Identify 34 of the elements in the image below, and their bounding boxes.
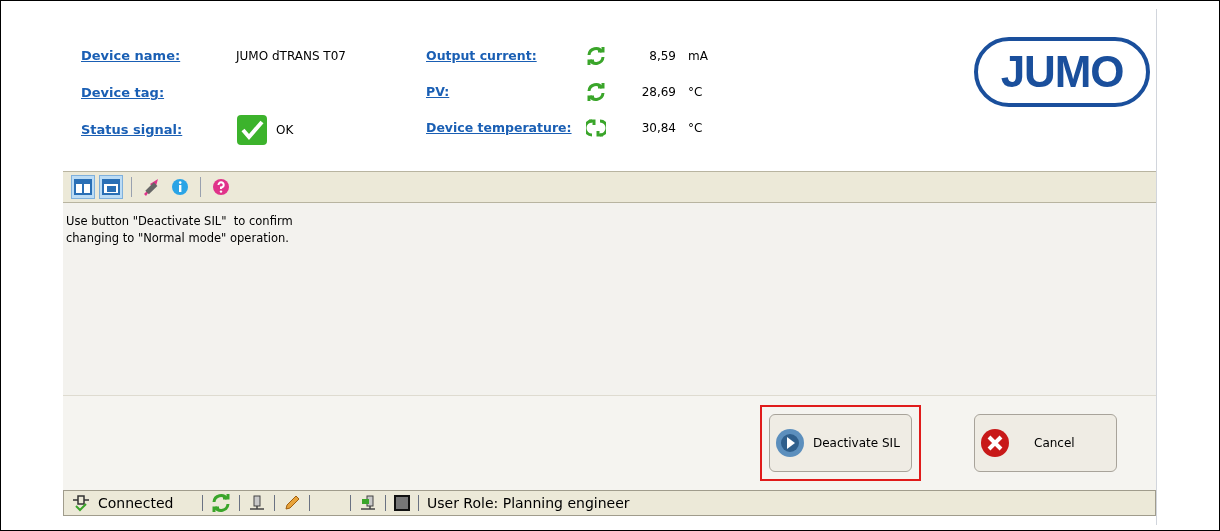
cycle-arrows-icon — [586, 118, 606, 138]
split-layout-icon[interactable] — [71, 175, 95, 199]
field-label[interactable]: Device tag: — [81, 83, 236, 103]
cancel-button[interactable]: Cancel — [974, 414, 1117, 472]
pencil-icon — [283, 494, 301, 512]
field-label[interactable]: Status signal: — [81, 120, 236, 140]
field-value: JUMO dTRANS T07 — [236, 48, 346, 65]
refresh-icon — [586, 82, 606, 102]
stop-icon — [394, 495, 410, 511]
connected-plug-icon — [72, 494, 90, 512]
field-label[interactable]: Output current: — [426, 46, 586, 66]
measured-value: 8,59 — [648, 48, 676, 65]
measured-value: 30,84 — [640, 120, 676, 137]
user-role: User Role: Planning engineer — [427, 493, 630, 513]
status-text: OK — [276, 122, 294, 139]
message-text: Use button "Deactivate SIL" to confirm — [66, 213, 294, 230]
unit-label: mA — [688, 48, 708, 65]
connection-status: Connected — [98, 493, 175, 513]
unit-label: °C — [688, 120, 703, 137]
measured-value: 28,69 — [640, 84, 676, 101]
unit-label: °C — [688, 84, 703, 101]
deactivate-button[interactable]: Deactivate SIL — [769, 414, 912, 472]
play-icon — [775, 428, 805, 458]
field-label[interactable]: Device name: — [81, 46, 236, 66]
close-icon — [980, 428, 1010, 458]
logo: JUMO — [974, 37, 1150, 107]
refresh-icon — [586, 46, 606, 66]
message-text: changing to "Normal mode" operation. — [66, 230, 290, 247]
device-icon — [248, 494, 266, 512]
device-io-icon — [359, 494, 377, 512]
field-label[interactable]: PV: — [426, 82, 586, 102]
refresh-icon — [211, 493, 231, 513]
panel-layout-icon[interactable] — [99, 175, 123, 199]
field-label[interactable]: Device temperature: — [426, 118, 586, 138]
